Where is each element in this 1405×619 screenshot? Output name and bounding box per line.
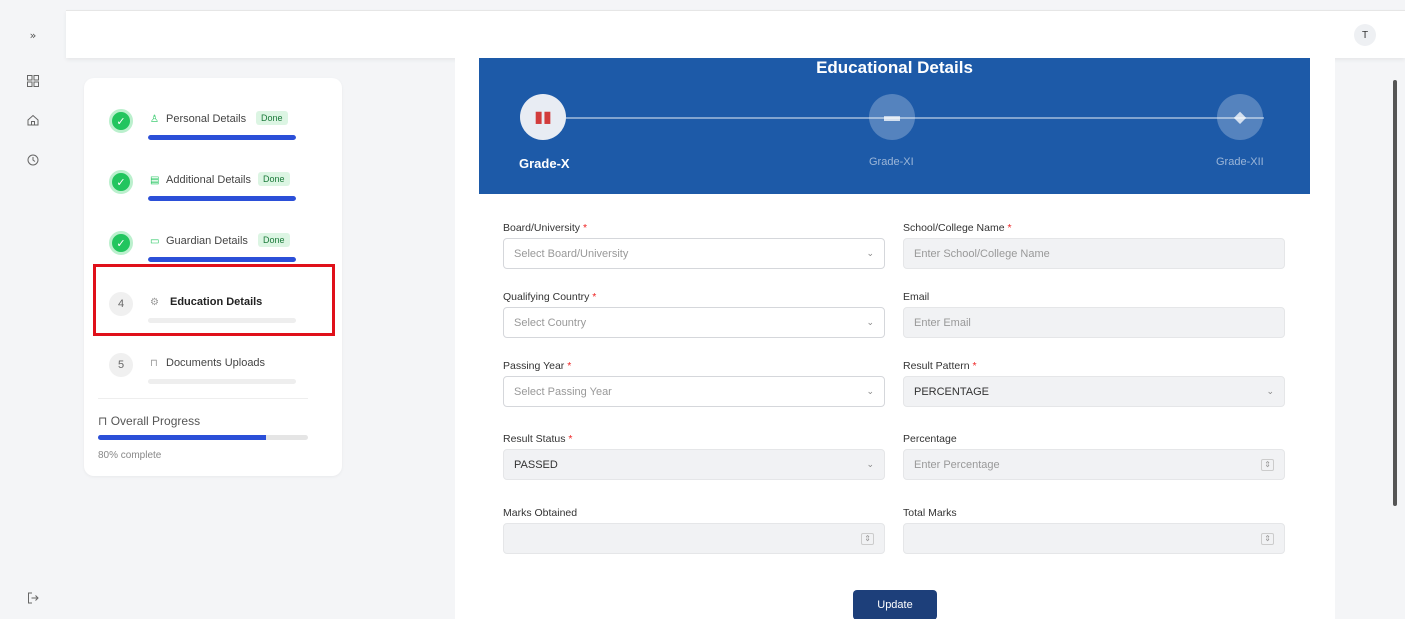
step-additional-details[interactable]: ✓ ▤ Additional Details Done <box>84 169 342 209</box>
book-icon: ▬ <box>884 108 900 125</box>
check-icon: ✓ <box>109 109 133 133</box>
step-personal-details[interactable]: ✓ ♙ Personal Details Done <box>84 108 342 148</box>
home-icon[interactable] <box>24 111 42 129</box>
graduation-cap-icon: ◆ <box>1233 109 1247 126</box>
country-select[interactable]: Select Country ⌄ <box>503 307 885 338</box>
step-label: Personal Details <box>166 113 247 125</box>
passing-year-select[interactable]: Select Passing Year ⌄ <box>503 376 885 407</box>
pattern-label: Result Pattern <box>903 360 970 372</box>
required-mark: * <box>592 291 597 303</box>
logout-icon[interactable] <box>24 589 42 607</box>
required-mark: * <box>1007 222 1012 234</box>
required-mark: * <box>567 360 572 372</box>
overall-progress-bar <box>98 435 308 440</box>
grade-xii-label: Grade-XII <box>1216 156 1264 168</box>
grade-x-step[interactable]: ▮▮ <box>520 94 566 140</box>
grid-icon[interactable] <box>24 72 42 90</box>
board-label: Board/University <box>503 222 581 234</box>
grade-xi-label: Grade-XI <box>869 156 914 168</box>
board-field: Board/University * Select Board/Universi… <box>503 222 885 269</box>
total-label: Total Marks <box>903 507 957 519</box>
overall-progress-text: 80% complete <box>98 450 162 461</box>
grade-xii-step[interactable]: ◆ <box>1217 94 1263 140</box>
lock-icon: ⊓ <box>150 358 158 369</box>
pattern-field: Result Pattern * PERCENTAGE ⌄ <box>903 360 1285 407</box>
required-mark: * <box>972 360 977 372</box>
percentage-input[interactable]: Enter Percentage ⇕ <box>903 449 1285 480</box>
email-input[interactable]: Enter Email <box>903 307 1285 338</box>
done-badge: Done <box>258 172 290 186</box>
status-label: Result Status <box>503 433 566 445</box>
result-status-select[interactable]: PASSED ⌄ <box>503 449 885 480</box>
user-avatar[interactable]: T <box>1354 24 1376 46</box>
marks-obtained-input[interactable]: ⇕ <box>503 523 885 554</box>
chevron-down-icon: ⌄ <box>866 386 874 396</box>
email-label: Email <box>903 291 930 303</box>
expand-sidebar-icon[interactable]: » <box>24 26 42 44</box>
document-icon: ▤ <box>150 175 160 186</box>
lock-icon: ⊓ <box>98 414 111 428</box>
country-field: Qualifying Country * Select Country ⌄ <box>503 291 885 338</box>
percentage-label: Percentage <box>903 433 957 445</box>
divider <box>98 398 308 399</box>
clock-icon[interactable] <box>24 151 42 169</box>
done-badge: Done <box>256 111 288 125</box>
top-bar <box>66 10 1405 58</box>
done-badge: Done <box>258 233 290 247</box>
email-field: Email Enter Email <box>903 291 1285 338</box>
overall-progress-label: ⊓ Overall Progress <box>98 414 201 428</box>
spinner-icon[interactable]: ⇕ <box>1261 458 1274 471</box>
left-rail: » <box>0 0 66 619</box>
step-progress-bar <box>148 196 296 201</box>
step-label: Documents Uploads <box>166 357 266 369</box>
spinner-icon[interactable]: ⇕ <box>1261 532 1274 545</box>
result-pattern-select[interactable]: PERCENTAGE ⌄ <box>903 376 1285 407</box>
chevron-down-icon: ⌄ <box>866 248 874 258</box>
step-progress-bar <box>148 379 296 384</box>
check-icon: ✓ <box>109 170 133 194</box>
step-label: Guardian Details <box>166 235 248 247</box>
chevron-down-icon: ⌄ <box>866 317 874 327</box>
school-field: School/College Name * Enter School/Colle… <box>903 222 1285 269</box>
school-input[interactable]: Enter School/College Name <box>903 238 1285 269</box>
books-icon: ▮▮ <box>534 109 552 126</box>
card-icon: ▭ <box>150 236 160 247</box>
update-button[interactable]: Update <box>853 590 937 619</box>
required-mark: * <box>582 222 588 234</box>
year-field: Passing Year * Select Passing Year ⌄ <box>503 360 885 407</box>
country-label: Qualifying Country <box>503 291 590 303</box>
scrollbar[interactable] <box>1393 80 1397 506</box>
spinner-icon[interactable]: ⇕ <box>861 532 874 545</box>
step-progress-bar <box>148 257 296 262</box>
status-field: Result Status * PASSED ⌄ <box>503 433 885 480</box>
percentage-field: Percentage Enter Percentage ⇕ <box>903 433 1285 480</box>
grade-x-label: Grade-X <box>519 156 570 171</box>
user-icon: ♙ <box>150 114 159 125</box>
step-documents-uploads[interactable]: 5 ⊓ Documents Uploads <box>84 352 342 392</box>
step-number: 5 <box>109 353 133 377</box>
check-icon: ✓ <box>109 231 133 255</box>
grade-xi-step[interactable]: ▬ <box>869 94 915 140</box>
step-label: Additional Details <box>166 174 251 186</box>
chevron-down-icon: ⌄ <box>1266 386 1274 396</box>
school-label: School/College Name <box>903 222 1005 234</box>
total-field: Total Marks ⇕ <box>903 507 1285 554</box>
step-progress-bar <box>148 135 296 140</box>
page-title: Educational Details <box>816 58 973 77</box>
board-select[interactable]: Select Board/University ⌄ <box>503 238 885 269</box>
chevron-down-icon: ⌄ <box>866 459 874 469</box>
total-marks-input[interactable]: ⇕ <box>903 523 1285 554</box>
grade-stepper-header: Educational Details ▮▮ ▬ ◆ Grade-X Grade… <box>479 58 1310 194</box>
required-mark: * <box>568 433 573 445</box>
marks-label: Marks Obtained <box>503 507 578 519</box>
marks-field: Marks Obtained ⇕ <box>503 507 885 554</box>
highlight-box <box>93 264 335 336</box>
year-label: Passing Year <box>503 360 565 372</box>
